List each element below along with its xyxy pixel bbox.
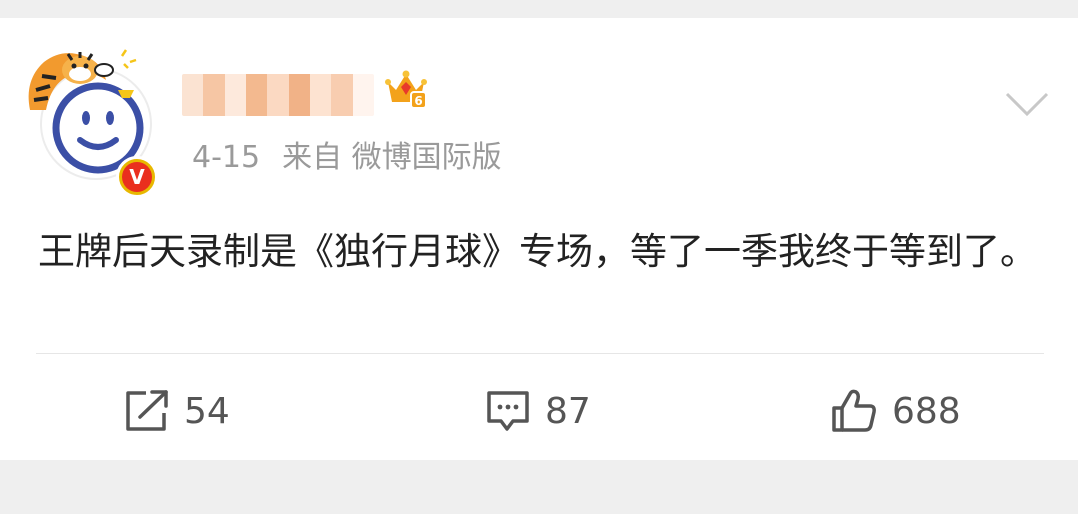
vip-level: 6	[414, 94, 422, 108]
thumbs-up-icon	[832, 389, 876, 432]
like-button[interactable]: 688	[830, 386, 961, 436]
like-count: 688	[892, 390, 961, 432]
repost-count: 54	[184, 390, 230, 432]
comment-bubble-icon	[487, 391, 529, 431]
post-meta: 4-15 来自 微博国际版	[192, 138, 502, 178]
weibo-post-card: V 6 4-15 来自 微博国际版 王牌后天录制是《独行月球》专场，等了一季我终于…	[0, 18, 1078, 460]
repost-button[interactable]: 54	[124, 386, 230, 436]
avatar[interactable]: V	[22, 40, 172, 198]
comment-button[interactable]: 87	[485, 386, 591, 436]
comment-count: 87	[545, 390, 591, 432]
post-content: 王牌后天录制是《独行月球》专场，等了一季我终于等到了。	[38, 230, 1037, 273]
post-source: 来自 微博国际版	[282, 140, 502, 175]
post-time: 4-15	[192, 140, 261, 175]
verified-mark: V	[122, 162, 152, 192]
divider	[36, 353, 1044, 354]
chevron-down-icon[interactable]	[1004, 90, 1050, 118]
crown-icon[interactable]: 6	[384, 68, 428, 110]
share-arrow-icon	[126, 390, 168, 431]
verified-badge: V	[116, 156, 158, 198]
username-redacted[interactable]	[182, 74, 374, 116]
tiger-decoration-icon	[28, 49, 137, 110]
